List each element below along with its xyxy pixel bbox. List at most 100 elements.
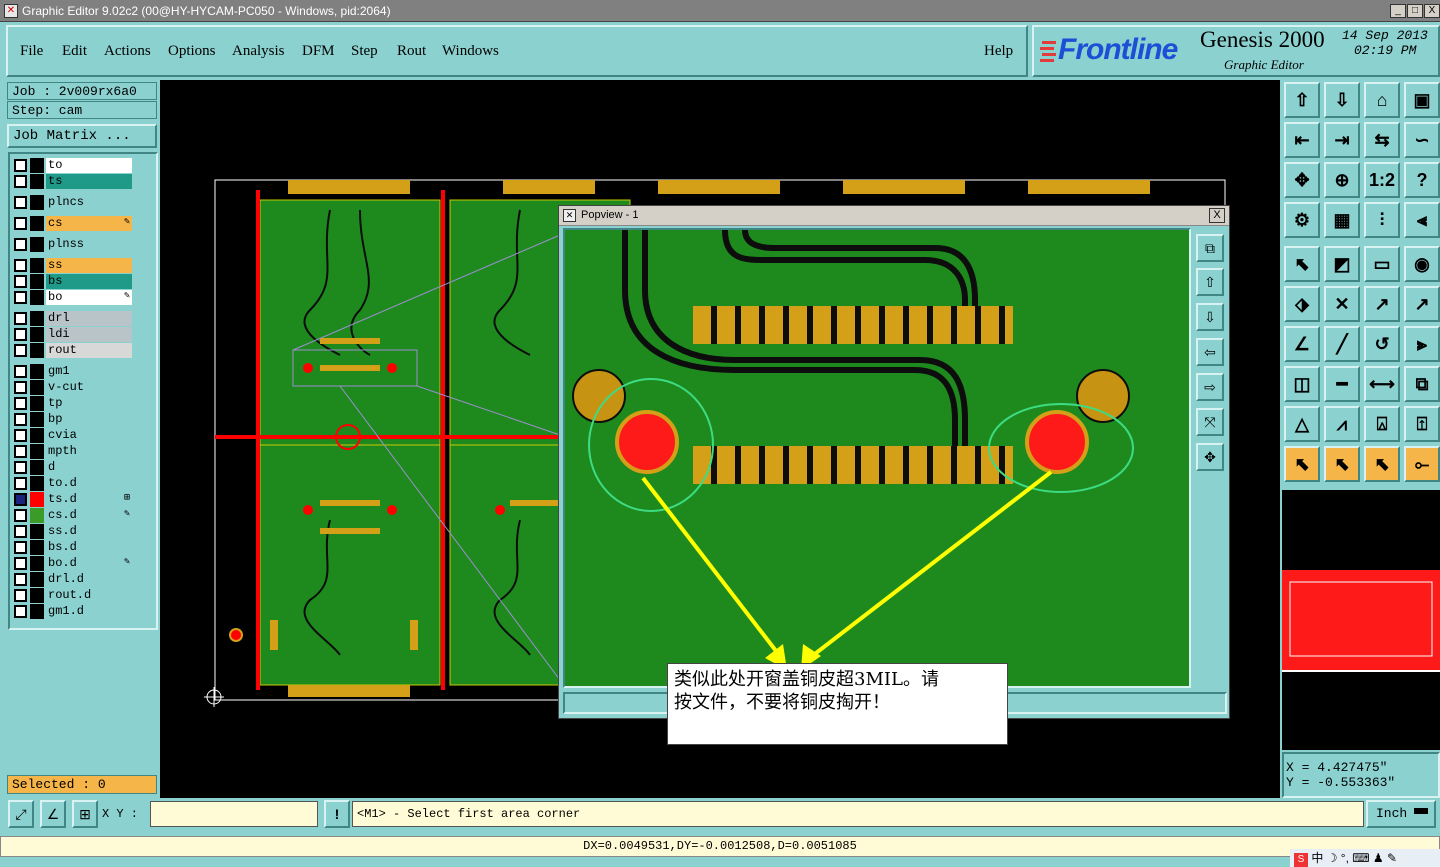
layer-color-swatch[interactable]	[30, 572, 44, 587]
maximize-button[interactable]: □	[1407, 4, 1423, 18]
ruler-icon[interactable]: ▭	[1364, 246, 1400, 282]
layer-name[interactable]: bs	[46, 274, 132, 289]
box-icon[interactable]: ◫	[1284, 366, 1320, 402]
layer-checkbox[interactable]	[14, 238, 27, 251]
layer-checkbox[interactable]	[14, 461, 27, 474]
layer-row-ts.d[interactable]: ts.d ⊞	[14, 492, 132, 507]
layer-row-tp[interactable]: tp	[14, 396, 132, 411]
select3-icon[interactable]: ⬉	[1364, 446, 1400, 482]
layer-name[interactable]: mpth	[46, 444, 132, 459]
layer-color-swatch[interactable]	[30, 604, 44, 619]
menu-options[interactable]: Options	[168, 43, 216, 60]
layer-checkbox[interactable]	[14, 493, 27, 506]
align-left-icon[interactable]: ⇤	[1284, 122, 1320, 158]
layer-row-ts[interactable]: ts	[14, 174, 132, 189]
layer-row-drl[interactable]: drl	[14, 311, 132, 326]
layer-color-swatch[interactable]	[30, 343, 44, 358]
layer-checkbox[interactable]	[14, 291, 27, 304]
target-icon[interactable]: ◉	[1404, 246, 1440, 282]
layer-checkbox[interactable]	[14, 445, 27, 458]
layer-color-swatch[interactable]	[30, 588, 44, 603]
pv-zoom-out-icon[interactable]: ✥	[1196, 443, 1224, 471]
layer-color-swatch[interactable]	[30, 412, 44, 427]
layer-checkbox[interactable]	[14, 589, 27, 602]
snap-icon[interactable]: ⤢	[8, 800, 34, 828]
layer-row-ss.d[interactable]: ss.d	[14, 524, 132, 539]
route-icon[interactable]: ⟜	[1404, 446, 1440, 482]
layer-color-swatch[interactable]	[30, 237, 44, 252]
menu-step[interactable]: Step	[351, 43, 378, 60]
menu-help[interactable]: Help	[984, 43, 1013, 60]
ime-mode[interactable]: 中	[1311, 851, 1323, 865]
layer-down-icon[interactable]: ⇩	[1324, 82, 1360, 118]
layer-row-to[interactable]: to	[14, 158, 132, 173]
layer-row-gm1[interactable]: gm1	[14, 364, 132, 379]
layer-name[interactable]: ldi	[46, 327, 132, 342]
layer-row-cs[interactable]: cs ✎	[14, 216, 132, 231]
layer-row-drl.d[interactable]: drl.d	[14, 572, 132, 587]
layer-name[interactable]: cvia	[46, 428, 132, 443]
overview-map[interactable]	[1282, 490, 1440, 750]
layer-color-swatch[interactable]	[30, 476, 44, 491]
layer-row-plnss[interactable]: plnss	[14, 237, 132, 252]
layer-checkbox[interactable]	[14, 259, 27, 272]
layer-checkbox[interactable]	[14, 217, 27, 230]
minimize-button[interactable]: _	[1390, 4, 1406, 18]
layer-name[interactable]: d	[46, 460, 132, 475]
layer-row-bs.d[interactable]: bs.d	[14, 540, 132, 555]
layer-color-swatch[interactable]	[30, 274, 44, 289]
layer-row-cs.d[interactable]: cs.d ✎	[14, 508, 132, 523]
layer-color-swatch[interactable]	[30, 258, 44, 273]
layer-checkbox[interactable]	[14, 196, 27, 209]
layer-name[interactable]: rout.d	[46, 588, 132, 603]
popview-canvas[interactable]	[563, 228, 1191, 688]
fill-icon[interactable]: ◩	[1324, 246, 1360, 282]
layer-name[interactable]: drl.d	[46, 572, 132, 587]
mirror-icon[interactable]: ⫸	[1404, 326, 1440, 362]
swap-icon[interactable]: ⇆	[1364, 122, 1400, 158]
layer-name[interactable]: to.d	[46, 476, 132, 491]
scale-icon[interactable]: 1:2	[1364, 162, 1400, 198]
layer-name[interactable]: plncs	[46, 195, 132, 210]
layer-row-d[interactable]: d	[14, 460, 132, 475]
triangle-icon[interactable]: △	[1284, 406, 1320, 442]
xy-input[interactable]	[150, 801, 318, 827]
layer-color-swatch[interactable]	[30, 174, 44, 189]
layer-row-gm1.d[interactable]: gm1.d	[14, 604, 132, 619]
pointer-icon[interactable]: ⬉	[1284, 246, 1320, 282]
layer-row-rout.d[interactable]: rout.d	[14, 588, 132, 603]
layer-checkbox[interactable]	[14, 328, 27, 341]
measure2-icon[interactable]: ⫷	[1404, 202, 1440, 238]
layer-name[interactable]: cs ✎	[46, 216, 132, 231]
layer-name[interactable]: to	[46, 158, 132, 173]
pv-right-icon[interactable]: ⇨	[1196, 373, 1224, 401]
layer-color-swatch[interactable]	[30, 364, 44, 379]
stretch-icon[interactable]: ⟷	[1364, 366, 1400, 402]
layer-checkbox[interactable]	[14, 413, 27, 426]
layer-checkbox[interactable]	[14, 541, 27, 554]
layer-up-icon[interactable]: ⇧	[1284, 82, 1320, 118]
draw-icon[interactable]: ╱	[1324, 326, 1360, 362]
alert-icon[interactable]: !	[324, 800, 350, 828]
layer-color-swatch[interactable]	[30, 428, 44, 443]
layer-name[interactable]: gm1.d	[46, 604, 132, 619]
menu-edit[interactable]: Edit	[62, 43, 87, 60]
menu-rout[interactable]: Rout	[397, 43, 426, 60]
layer-color-swatch[interactable]	[30, 540, 44, 555]
layer-name[interactable]: tp	[46, 396, 132, 411]
layer-name[interactable]: bs.d	[46, 540, 132, 555]
layer-row-ss[interactable]: ss	[14, 258, 132, 273]
layer-color-swatch[interactable]	[30, 216, 44, 231]
select2-icon[interactable]: ⬉	[1324, 446, 1360, 482]
wave-icon[interactable]: ∽	[1404, 122, 1440, 158]
angle-icon[interactable]: ∠	[1284, 326, 1320, 362]
center-icon[interactable]: ⊕	[1324, 162, 1360, 198]
layer-color-swatch[interactable]	[30, 158, 44, 173]
layer-color-swatch[interactable]	[30, 460, 44, 475]
measure-icon[interactable]: ⫶	[1364, 202, 1400, 238]
line2-icon[interactable]: ↗	[1404, 286, 1440, 322]
job-matrix-button[interactable]: Job Matrix ...	[7, 124, 157, 148]
layer-color-swatch[interactable]	[30, 327, 44, 342]
layer-row-bp[interactable]: bp	[14, 412, 132, 427]
pv-fit-icon[interactable]: ⧉	[1196, 234, 1224, 262]
